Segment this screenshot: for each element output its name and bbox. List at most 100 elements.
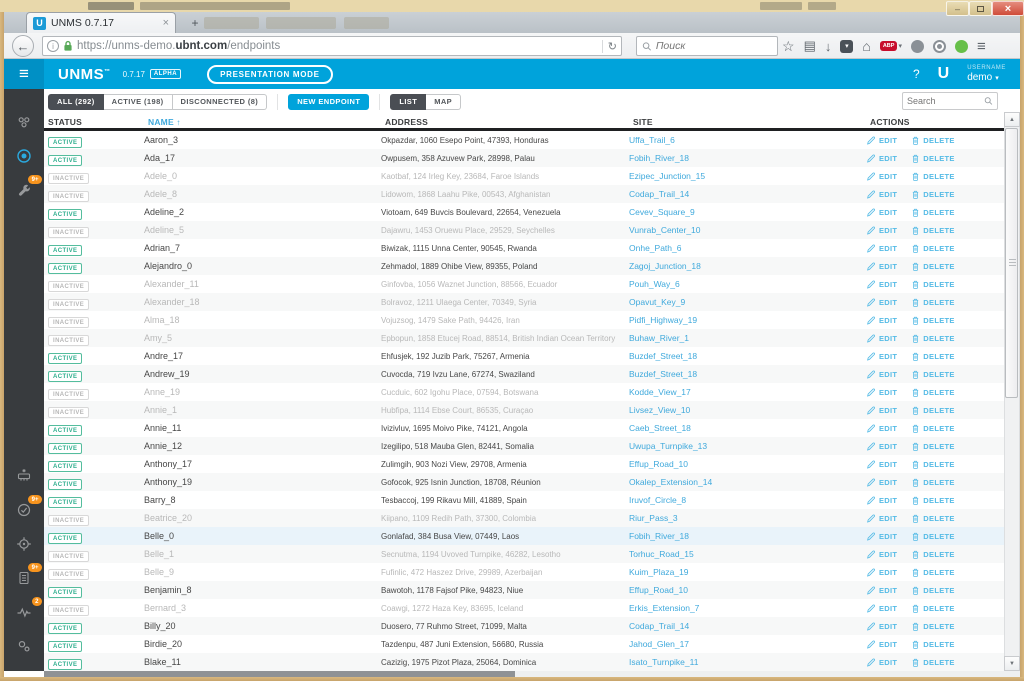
delete-button[interactable]: DELETE bbox=[911, 369, 954, 380]
edit-button[interactable]: EDIT bbox=[866, 621, 897, 632]
edit-button[interactable]: EDIT bbox=[866, 657, 897, 668]
column-header-status[interactable]: STATUS bbox=[48, 117, 82, 127]
view-map-button[interactable]: MAP bbox=[426, 93, 462, 110]
home-icon[interactable]: ⌂ bbox=[862, 38, 870, 54]
table-row[interactable]: ACTIVE Anthony_17 Zulimgih, 903 Nozi Vie… bbox=[44, 455, 1004, 473]
edit-button[interactable]: EDIT bbox=[866, 225, 897, 236]
site-link[interactable]: Fobih_River_18 bbox=[629, 153, 689, 163]
site-link[interactable]: Buzdef_Street_18 bbox=[629, 369, 697, 379]
bookmark-star-icon[interactable]: ☆ bbox=[782, 38, 795, 55]
delete-button[interactable]: DELETE bbox=[911, 585, 954, 596]
delete-button[interactable]: DELETE bbox=[911, 171, 954, 182]
edit-button[interactable]: EDIT bbox=[866, 477, 897, 488]
table-row[interactable]: INACTIVE Belle_1 Secnutma, 1194 Uvoved T… bbox=[44, 545, 1004, 563]
downloads-icon[interactable]: ↓ bbox=[825, 39, 832, 54]
vertical-scrollbar[interactable]: ▲ ▼ bbox=[1004, 89, 1020, 671]
site-link[interactable]: Effup_Road_10 bbox=[629, 585, 688, 595]
site-link[interactable]: Jahod_Glen_17 bbox=[629, 639, 689, 649]
edit-button[interactable]: EDIT bbox=[866, 495, 897, 506]
edit-button[interactable]: EDIT bbox=[866, 549, 897, 560]
site-link[interactable]: Iruvof_Circle_8 bbox=[629, 495, 686, 505]
site-link[interactable]: Pidfi_Highway_19 bbox=[629, 315, 697, 325]
pocket-icon[interactable]: ▾ bbox=[840, 39, 854, 53]
delete-button[interactable]: DELETE bbox=[911, 279, 954, 290]
table-row[interactable]: ACTIVE Benjamin_8 Bawotoh, 1178 Fajsof P… bbox=[44, 581, 1004, 599]
table-row[interactable]: ACTIVE Andre_17 Ehfusjek, 192 Juzib Park… bbox=[44, 347, 1004, 365]
edit-button[interactable]: EDIT bbox=[866, 315, 897, 326]
delete-button[interactable]: DELETE bbox=[911, 261, 954, 272]
site-link[interactable]: Fobih_River_18 bbox=[629, 531, 689, 541]
delete-button[interactable]: DELETE bbox=[911, 477, 954, 488]
delete-button[interactable]: DELETE bbox=[911, 207, 954, 218]
edit-button[interactable]: EDIT bbox=[866, 189, 897, 200]
minimize-button[interactable]: – bbox=[946, 1, 969, 16]
table-row[interactable]: INACTIVE Alexander_18 Bolravoz, 1211 Ula… bbox=[44, 293, 1004, 311]
site-link[interactable]: Erkis_Extension_7 bbox=[629, 603, 699, 613]
table-row[interactable]: INACTIVE Belle_9 Fufinlic, 472 Haszez Dr… bbox=[44, 563, 1004, 581]
sidebar-item-logs[interactable]: 9+ bbox=[4, 563, 44, 591]
table-row[interactable]: ACTIVE Adrian_7 Biwizak, 1115 Unna Cente… bbox=[44, 239, 1004, 257]
sidebar-item-firmware[interactable] bbox=[4, 463, 44, 489]
edit-button[interactable]: EDIT bbox=[866, 459, 897, 470]
site-link[interactable]: Kodde_View_17 bbox=[629, 387, 691, 397]
table-row[interactable]: ACTIVE Aaron_3 Okpazdar, 1060 Esepo Poin… bbox=[44, 131, 1004, 149]
table-row[interactable]: INACTIVE Adele_8 Lidowom, 1868 Laahu Pik… bbox=[44, 185, 1004, 203]
delete-button[interactable]: DELETE bbox=[911, 297, 954, 308]
delete-button[interactable]: DELETE bbox=[911, 603, 954, 614]
sidebar-item-locate[interactable] bbox=[4, 531, 44, 557]
edit-button[interactable]: EDIT bbox=[866, 423, 897, 434]
delete-button[interactable]: DELETE bbox=[911, 567, 954, 578]
delete-button[interactable]: DELETE bbox=[911, 513, 954, 524]
table-row[interactable]: ACTIVE Barry_8 Tesbaccoj, 199 Rikavu Mil… bbox=[44, 491, 1004, 509]
delete-button[interactable]: DELETE bbox=[911, 405, 954, 416]
site-link[interactable]: Opavut_Key_9 bbox=[629, 297, 685, 307]
site-link[interactable]: Kuim_Plaza_19 bbox=[629, 567, 689, 577]
table-row[interactable]: INACTIVE Beatrice_20 Kiipano, 1109 Redih… bbox=[44, 509, 1004, 527]
scrollbar-thumb[interactable] bbox=[44, 671, 515, 677]
edit-button[interactable]: EDIT bbox=[866, 153, 897, 164]
table-row[interactable]: ACTIVE Annie_11 Ivizivluv, 1695 Moivo Pi… bbox=[44, 419, 1004, 437]
table-row[interactable]: INACTIVE Alma_18 Vojuzsog, 1479 Sake Pat… bbox=[44, 311, 1004, 329]
presentation-mode-button[interactable]: PRESENTATION MODE bbox=[207, 64, 333, 84]
edit-button[interactable]: EDIT bbox=[866, 531, 897, 542]
edit-button[interactable]: EDIT bbox=[866, 369, 897, 380]
delete-button[interactable]: DELETE bbox=[911, 531, 954, 542]
edit-button[interactable]: EDIT bbox=[866, 405, 897, 416]
edit-button[interactable]: EDIT bbox=[866, 261, 897, 272]
site-link[interactable]: Cevev_Square_9 bbox=[629, 207, 695, 217]
sidebar-item-settings[interactable] bbox=[4, 633, 44, 659]
site-link[interactable]: Onhe_Path_6 bbox=[629, 243, 681, 253]
horizontal-scrollbar[interactable] bbox=[44, 671, 1020, 677]
table-row[interactable]: INACTIVE Bernard_3 Coawgi, 1272 Haza Key… bbox=[44, 599, 1004, 617]
site-link[interactable]: Isato_Turnpike_11 bbox=[629, 657, 698, 667]
edit-button[interactable]: EDIT bbox=[866, 603, 897, 614]
extension-icon[interactable] bbox=[910, 39, 924, 53]
delete-button[interactable]: DELETE bbox=[911, 657, 954, 668]
table-row[interactable]: ACTIVE Adeline_2 Viotoam, 649 Buvcis Bou… bbox=[44, 203, 1004, 221]
column-header-name[interactable]: NAME ↑ bbox=[148, 117, 181, 127]
edit-button[interactable]: EDIT bbox=[866, 279, 897, 290]
delete-button[interactable]: DELETE bbox=[911, 243, 954, 254]
menu-button[interactable]: ≡ bbox=[977, 38, 986, 55]
site-link[interactable]: Torhuc_Road_15 bbox=[629, 549, 694, 559]
table-row[interactable]: INACTIVE Adeline_5 Dajawru, 1453 Oruewu … bbox=[44, 221, 1004, 239]
close-button[interactable]: × bbox=[992, 1, 1024, 16]
sidebar-item-outages[interactable]: 2 bbox=[4, 597, 44, 625]
delete-button[interactable]: DELETE bbox=[911, 315, 954, 326]
table-row[interactable]: ACTIVE Billy_20 Duosero, 77 Ruhmo Street… bbox=[44, 617, 1004, 635]
column-header-address[interactable]: ADDRESS bbox=[385, 117, 428, 127]
user-menu[interactable]: USERNAME demo ▾ bbox=[967, 65, 1006, 83]
delete-button[interactable]: DELETE bbox=[911, 459, 954, 470]
edit-button[interactable]: EDIT bbox=[866, 351, 897, 362]
sidebar-item-discovery[interactable]: 9+ bbox=[4, 495, 44, 523]
delete-button[interactable]: DELETE bbox=[911, 351, 954, 362]
adblock-icon[interactable]: ABP ▾ bbox=[879, 41, 902, 51]
filter-disconnected-button[interactable]: DISCONNECTED (8) bbox=[172, 93, 268, 110]
table-row[interactable]: ACTIVE Andrew_19 Cuvocda, 719 Ivzu Lane,… bbox=[44, 365, 1004, 383]
extension-icon[interactable] bbox=[932, 39, 946, 53]
page-info-icon[interactable]: i bbox=[47, 40, 59, 52]
delete-button[interactable]: DELETE bbox=[911, 549, 954, 560]
column-header-site[interactable]: SITE bbox=[633, 117, 653, 127]
table-row[interactable]: ACTIVE Birdie_20 Tazdenpu, 487 Juni Exte… bbox=[44, 635, 1004, 653]
site-link[interactable]: Buzdef_Street_18 bbox=[629, 351, 697, 361]
